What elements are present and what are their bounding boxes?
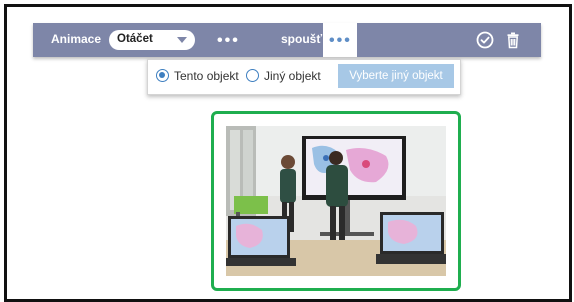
classroom-photo — [226, 126, 446, 276]
check-circle-icon — [476, 31, 494, 49]
chevron-down-icon — [177, 37, 187, 43]
animation-options-button[interactable]: ••• — [217, 33, 240, 49]
radio-other-object[interactable] — [246, 69, 259, 82]
confirm-button[interactable] — [475, 30, 495, 50]
trigger-dots: ••• — [329, 32, 352, 49]
choose-other-object-button[interactable]: Vyberte jiný objekt — [338, 64, 454, 88]
trigger-label: spoušť — [281, 32, 323, 46]
trigger-options-button[interactable]: ••• — [323, 23, 357, 57]
radio-other-object-label[interactable]: Jiný objekt — [264, 69, 321, 83]
selected-image-object[interactable] — [211, 111, 461, 291]
canvas-frame: Animace Otáčet ••• spoušť ••• Tento obje… — [4, 4, 572, 302]
animation-select[interactable]: Otáčet — [109, 30, 195, 50]
trigger-panel: Tento objekt Jiný objekt Vyberte jiný ob… — [147, 59, 461, 95]
animation-toolbar: Animace Otáčet ••• spoušť ••• — [33, 23, 541, 57]
animation-label: Animace — [51, 32, 102, 46]
radio-this-object[interactable] — [156, 69, 169, 82]
radio-this-object-label[interactable]: Tento objekt — [174, 69, 239, 83]
trash-icon — [507, 32, 519, 49]
delete-button[interactable] — [503, 30, 523, 50]
animation-select-value: Otáčet — [117, 33, 153, 45]
